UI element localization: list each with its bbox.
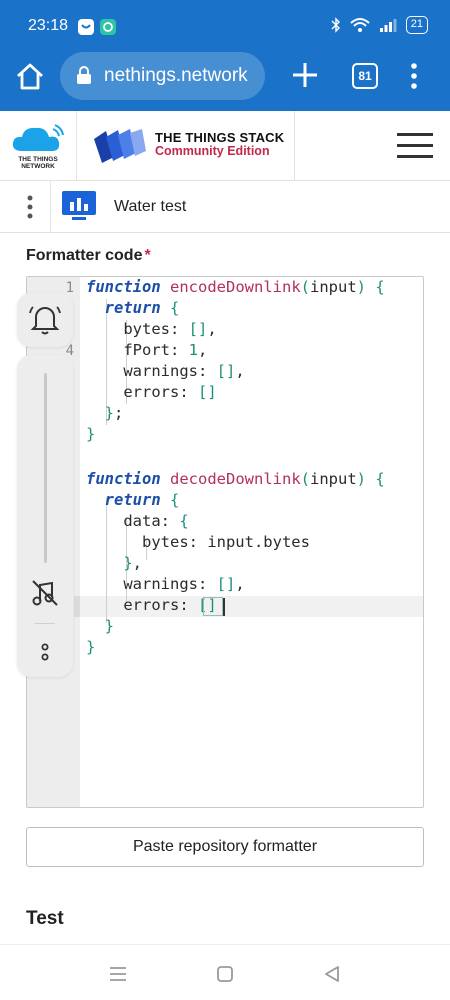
signal-icon (379, 19, 397, 32)
code-line: function decodeDownlink(input) { (86, 470, 385, 488)
status-bar: 23:18 21 (0, 0, 450, 50)
code-line: }; (104, 404, 124, 422)
tab-switcher-button[interactable]: 81 (352, 63, 378, 89)
code-line: } (104, 617, 115, 635)
code-line: return { (104, 491, 180, 509)
chat-notification-icon (100, 19, 116, 35)
formatter-code-label: Formatter code * (26, 247, 151, 264)
floating-toolbar-panel (17, 355, 73, 677)
home-nav-icon[interactable] (214, 963, 236, 985)
code-line: warnings: [], (86, 575, 245, 593)
code-line: }, (123, 554, 143, 572)
code-editor[interactable]: 1 4 function encodeDownlink(input) { ret… (26, 276, 424, 808)
browser-toolbar: nethings.network 81 (0, 50, 450, 111)
floating-toolbar-top (17, 293, 73, 347)
code-line: bytes: [], (86, 320, 217, 338)
product-title: THE THINGS STACK (155, 130, 285, 145)
code-line: } (86, 638, 96, 656)
browser-chrome: 23:18 21 nethings.network 81 (0, 0, 450, 111)
wifi-icon (350, 18, 370, 32)
application-icon (62, 191, 96, 220)
address-bar[interactable]: nethings.network (60, 52, 265, 100)
code-line: errors: [] (86, 383, 217, 401)
breadcrumb-divider (50, 181, 51, 233)
code-line: fPort: 1, (86, 341, 208, 359)
paste-repository-formatter-button[interactable]: Paste repository formatter (26, 827, 424, 867)
bracket-match-highlight (203, 597, 223, 616)
cloud-logo-icon (12, 124, 64, 151)
header-divider (76, 111, 77, 181)
console-header: THE THINGS NETWORK THE THINGS STACK Comm… (0, 111, 450, 181)
things-stack-logo-icon[interactable] (92, 127, 148, 163)
code-line: bytes: input.bytes (86, 533, 310, 551)
test-section-title: Test (26, 908, 64, 929)
bluetooth-icon (331, 17, 340, 33)
text-cursor (223, 598, 225, 616)
bell-icon[interactable] (17, 293, 73, 347)
back-nav-icon[interactable] (321, 963, 343, 985)
status-time: 23:18 (28, 17, 69, 34)
toolbar-divider (35, 623, 55, 624)
home-icon[interactable] (14, 61, 46, 93)
required-mark: * (144, 247, 151, 264)
code-line: warnings: [], (86, 362, 245, 380)
more-dots-icon[interactable] (17, 638, 73, 668)
new-tab-icon[interactable] (290, 60, 320, 90)
code-line: return { (104, 299, 180, 317)
battery-indicator: 21 (405, 16, 428, 34)
url-text: nethings.network (104, 65, 248, 86)
header-divider (294, 111, 295, 181)
code-line: function encodeDownlink(input) { (86, 278, 385, 296)
recent-apps-icon[interactable] (107, 963, 129, 985)
code-line: data: { (86, 512, 189, 530)
ttn-logo-text: THE THINGS NETWORK (18, 156, 58, 170)
more-vert-icon[interactable] (406, 61, 422, 91)
lock-icon (77, 66, 91, 84)
music-off-icon[interactable] (17, 573, 73, 613)
ttn-logo[interactable]: THE THINGS NETWORK (8, 121, 68, 173)
system-navigation-bar (0, 944, 450, 1000)
breadcrumb: Water test (0, 181, 450, 233)
code-line: errors: [] (86, 596, 217, 614)
more-vert-icon[interactable] (25, 194, 35, 220)
menu-icon[interactable] (397, 133, 433, 159)
volume-slider[interactable] (44, 373, 47, 563)
application-name[interactable]: Water test (114, 198, 186, 216)
product-subtitle: Community Edition (155, 144, 270, 158)
messenger-notification-icon (78, 19, 94, 35)
code-line: } (86, 425, 96, 443)
status-indicators: 21 (331, 16, 428, 34)
